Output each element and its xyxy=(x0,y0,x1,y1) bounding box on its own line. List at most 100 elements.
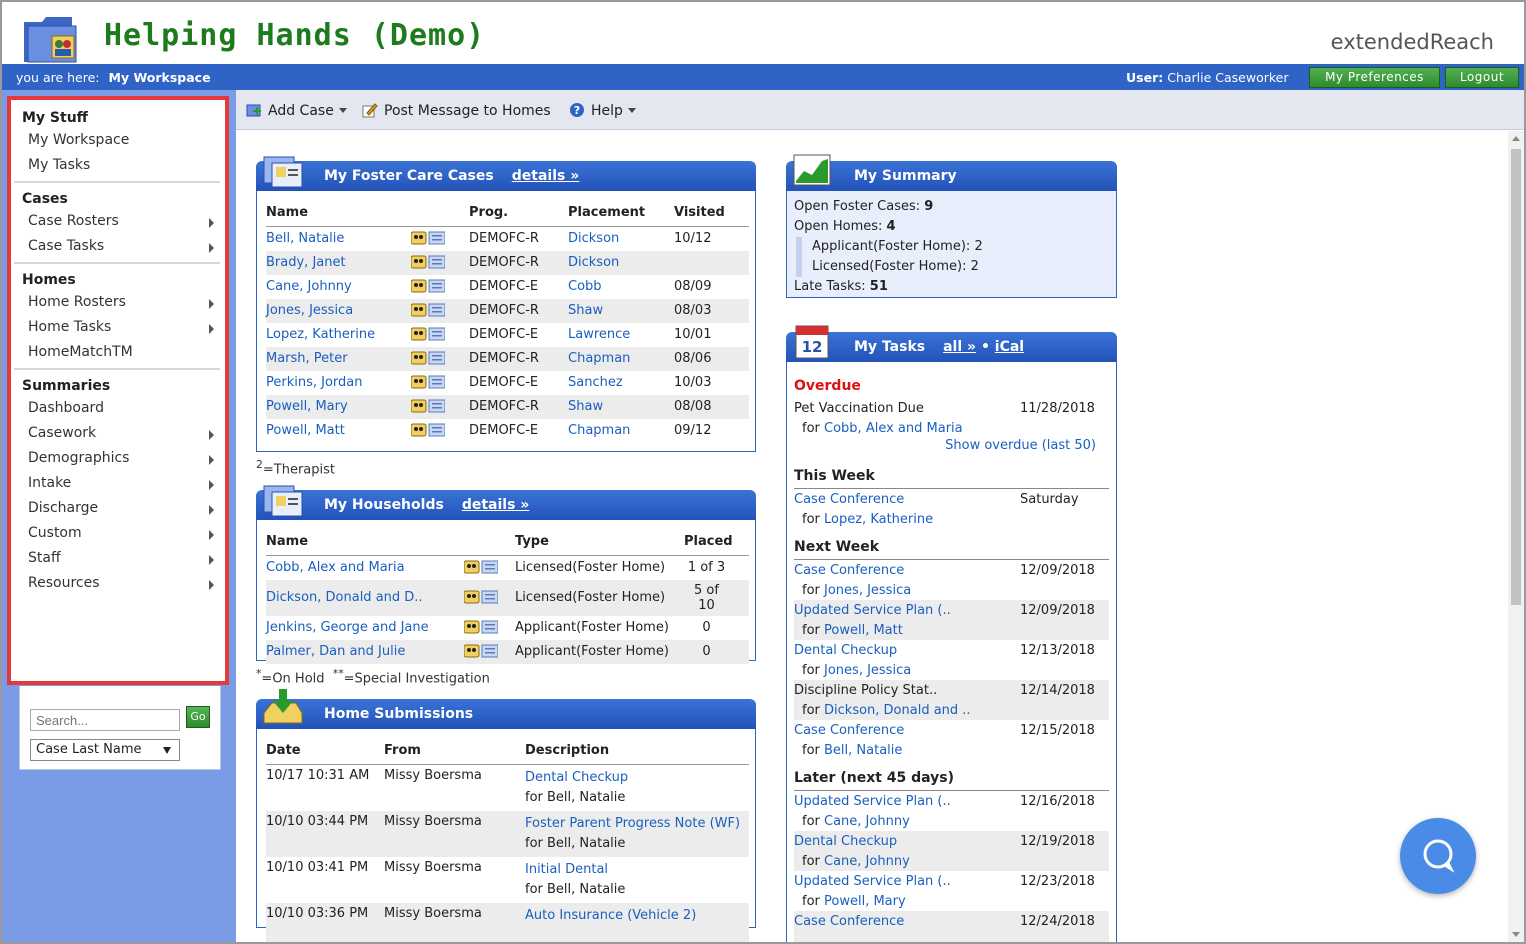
sidebar-item-resources[interactable]: Resources xyxy=(14,571,220,596)
summary-body: Open Foster Cases: 9 Open Homes: 4 Appli… xyxy=(794,197,983,297)
task-link[interactable]: Updated Service Plan (.. xyxy=(794,794,951,809)
sidebar-item-my-tasks[interactable]: My Tasks xyxy=(14,153,220,178)
household-name-link[interactable]: Palmer, Dan and Julie xyxy=(266,644,405,659)
show-overdue-link[interactable]: Show overdue (last 50) xyxy=(945,438,1096,453)
submission-description-link[interactable]: Foster Parent Progress Note (WF) xyxy=(525,816,740,831)
submission-description-link[interactable]: Initial Dental xyxy=(525,862,608,877)
case-card-icon[interactable] xyxy=(411,303,445,317)
case-name-link[interactable]: Cane, Johnny xyxy=(266,279,352,294)
households-details-link[interactable]: details » xyxy=(462,497,530,513)
placement-link[interactable]: Lawrence xyxy=(568,327,630,342)
task-due-date: 11/28/2018 xyxy=(1020,401,1095,416)
submission-description-link[interactable]: Auto Insurance (Vehicle 2) xyxy=(525,908,696,923)
search-input[interactable] xyxy=(30,709,180,731)
task-for-link[interactable]: Lopez, Katherine xyxy=(824,512,933,527)
add-case-menu[interactable]: Add Case xyxy=(246,102,347,119)
task-for-link[interactable]: Cobb, Alex and Maria xyxy=(824,421,963,436)
task-for-link[interactable]: Bell, Natalie xyxy=(824,743,902,758)
task-item: Dental Checkup 12/13/2018 for Jones, Jessi… xyxy=(794,640,1109,680)
sidebar-item-staff[interactable]: Staff xyxy=(14,546,220,571)
case-name-link[interactable]: Perkins, Jordan xyxy=(266,375,363,390)
case-card-icon[interactable] xyxy=(464,590,498,604)
sidebar-item-homematch[interactable]: HomeMatchTM xyxy=(14,340,220,365)
case-card-icon[interactable] xyxy=(411,399,445,413)
sidebar-item-home-rosters[interactable]: Home Rosters xyxy=(14,290,220,315)
case-card-icon[interactable] xyxy=(464,644,498,658)
case-card-icon[interactable] xyxy=(411,351,445,365)
household-name-link[interactable]: Cobb, Alex and Maria xyxy=(266,560,405,575)
case-card-icon[interactable] xyxy=(411,279,445,293)
case-name-link[interactable]: Powell, Matt xyxy=(266,423,345,438)
search-type-select[interactable]: Case Last Name xyxy=(30,739,180,761)
sidebar-item-dashboard[interactable]: Dashboard xyxy=(14,396,220,421)
sidebar-item-intake[interactable]: Intake xyxy=(14,471,220,496)
task-for-link[interactable]: Jones, Jessica xyxy=(824,583,911,598)
placement-link[interactable]: Chapman xyxy=(568,423,630,438)
household-name-link[interactable]: Jenkins, George and Jane xyxy=(266,620,429,635)
case-name-link[interactable]: Lopez, Katherine xyxy=(266,327,375,342)
task-link[interactable]: Case Conference xyxy=(794,492,904,507)
case-name-link[interactable]: Jones, Jessica xyxy=(266,303,353,318)
task-for-link[interactable]: Cane, Johnny xyxy=(824,854,910,869)
logout-button[interactable]: Logout xyxy=(1445,67,1519,88)
case-name-link[interactable]: Brady, Janet xyxy=(266,255,346,270)
chat-button[interactable] xyxy=(1400,818,1476,894)
case-name-link[interactable]: Powell, Mary xyxy=(266,399,348,414)
panel-title-text: My Foster Care Cases xyxy=(324,168,494,184)
case-card-icon[interactable] xyxy=(411,255,445,269)
task-link[interactable]: Case Conference xyxy=(794,723,904,738)
sidebar-item-home-tasks[interactable]: Home Tasks xyxy=(14,315,220,340)
placement-link[interactable]: Dickson xyxy=(568,255,619,270)
vertical-scrollbar[interactable] xyxy=(1508,131,1524,942)
task-for-link[interactable]: Jones, Jessica xyxy=(824,663,911,678)
tasks-ical-link[interactable]: iCal xyxy=(995,339,1024,355)
my-preferences-button[interactable]: My Preferences xyxy=(1309,67,1440,88)
task-for-link[interactable]: Powell, Mary xyxy=(824,894,906,909)
case-card-icon[interactable] xyxy=(464,560,498,574)
case-name-link[interactable]: Marsh, Peter xyxy=(266,351,348,366)
sidebar-item-casework[interactable]: Casework xyxy=(14,421,220,446)
placement-link[interactable]: Cobb xyxy=(568,279,602,294)
placement-link[interactable]: Sanchez xyxy=(568,375,623,390)
sidebar-item-case-tasks[interactable]: Case Tasks xyxy=(14,234,220,259)
task-for-link[interactable]: Powell, Matt xyxy=(824,623,903,638)
sidebar-item-my-workspace[interactable]: My Workspace xyxy=(14,128,220,153)
placement-link[interactable]: Dickson xyxy=(568,231,619,246)
help-menu[interactable]: ? Help xyxy=(569,102,636,119)
submission-from: Missy Boersma xyxy=(384,768,482,783)
household-name-link[interactable]: Dickson, Donald and D.. xyxy=(266,590,423,605)
sidebar-item-discharge[interactable]: Discharge xyxy=(14,496,220,521)
task-link[interactable]: Dental Checkup xyxy=(794,643,897,658)
case-card-icon[interactable] xyxy=(411,375,445,389)
case-card-icon[interactable] xyxy=(464,620,498,634)
sidebar-item-demographics[interactable]: Demographics xyxy=(14,446,220,471)
placement-link[interactable]: Shaw xyxy=(568,303,603,318)
task-link[interactable]: Updated Service Plan (.. xyxy=(794,874,951,889)
task-link[interactable]: Case Conference xyxy=(794,563,904,578)
case-card-icon[interactable] xyxy=(411,423,445,437)
go-button[interactable]: Go xyxy=(186,706,210,728)
cases-details-link[interactable]: details » xyxy=(512,168,580,184)
scroll-down-arrow-icon[interactable] xyxy=(1512,932,1520,937)
case-card-icon[interactable] xyxy=(411,231,445,245)
scrollbar-thumb[interactable] xyxy=(1511,149,1521,605)
column-header: Visited xyxy=(674,199,749,227)
submission-description-link[interactable]: Dental Checkup xyxy=(525,770,628,785)
task-for-link[interactable]: Cane, Johnny xyxy=(824,814,910,829)
task-link[interactable]: Case Conference xyxy=(794,914,904,929)
case-card-icon[interactable] xyxy=(411,327,445,341)
task-for: for Cobb, Alex and Maria xyxy=(802,421,963,436)
task-for-link[interactable]: Dickson, Donald and .. xyxy=(824,703,971,718)
task-link[interactable]: Dental Checkup xyxy=(794,834,897,849)
placement-link[interactable]: Chapman xyxy=(568,351,630,366)
scroll-up-arrow-icon[interactable] xyxy=(1512,136,1520,141)
task-link[interactable]: Updated Service Plan (.. xyxy=(794,603,951,618)
sidebar-item-custom[interactable]: Custom xyxy=(14,521,220,546)
case-program: DEMOFC-R xyxy=(469,250,568,275)
placement-link[interactable]: Shaw xyxy=(568,399,603,414)
sidebar-item-case-rosters[interactable]: Case Rosters xyxy=(14,209,220,234)
post-message-button[interactable]: Post Message to Homes xyxy=(362,102,551,119)
case-name-link[interactable]: Bell, Natalie xyxy=(266,231,344,246)
later-task-list: Updated Service Plan (.. 12/16/2018 for Ca… xyxy=(794,791,1109,942)
tasks-all-link[interactable]: all » xyxy=(943,339,976,355)
